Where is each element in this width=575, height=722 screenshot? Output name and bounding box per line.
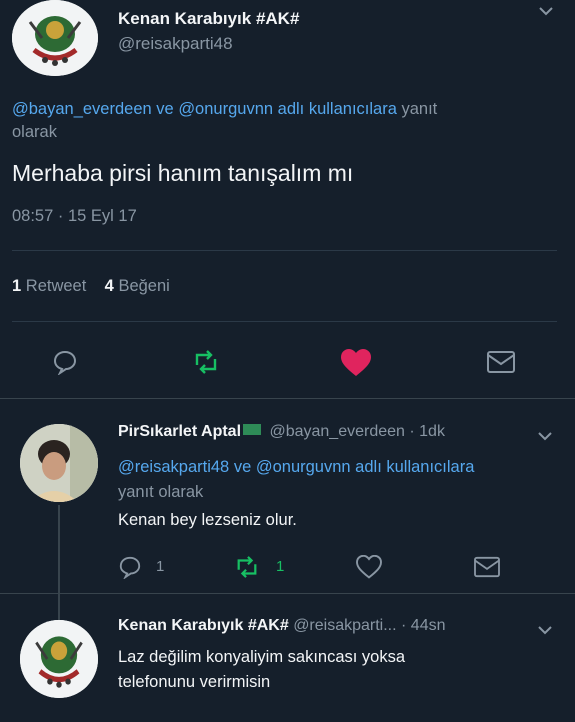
comment-icon[interactable]	[118, 555, 142, 579]
reply1-mention-2[interactable]: @onurguvnn	[256, 458, 351, 476]
divider	[12, 321, 557, 322]
like-count[interactable]: 4	[105, 277, 114, 295]
reply2-author-name[interactable]: Kenan Karabıyık #AK#	[118, 617, 289, 634]
main-author-handle[interactable]: @reisakparti48	[118, 34, 233, 54]
reply1-context: @reisakparti48 ve @onurguvnn adlı kullan…	[118, 455, 568, 505]
heart-icon[interactable]	[340, 348, 372, 378]
main-tweet-text: Merhaba pirsi hanım tanışalım mı	[12, 160, 354, 186]
reply-ve: ve	[156, 100, 174, 118]
chevron-down-icon[interactable]	[538, 5, 554, 17]
reply1-author-name[interactable]: PirSıkarlet Aptal	[118, 423, 241, 440]
reply2-author-handle[interactable]: @reisakparti...	[293, 617, 396, 634]
retweet-count[interactable]: 1	[12, 277, 21, 295]
retweet-icon[interactable]	[191, 349, 221, 375]
chevron-down-icon[interactable]	[537, 624, 553, 636]
retweet-icon[interactable]	[233, 555, 261, 579]
reply1-author-handle[interactable]: @bayan_everdeen	[269, 423, 404, 440]
avatar-main-author[interactable]	[12, 0, 98, 76]
reply2-time[interactable]: · 44sn	[401, 617, 445, 634]
reply1-header: PirSıkarlet Aptal @bayan_everdeen · 1dk	[118, 423, 445, 441]
reply1-tail: adlı kullanıcılara	[355, 458, 475, 476]
reply1-ve: ve	[233, 458, 252, 476]
avatar-reply2-author[interactable]	[20, 620, 98, 698]
chevron-down-icon[interactable]	[537, 430, 553, 442]
ottoman-emblem-icon	[20, 620, 98, 698]
like-label[interactable]: Beğeni	[118, 277, 169, 295]
reply1-reply-count: 1	[156, 558, 165, 575]
reply-mention-2[interactable]: @onurguvnn	[178, 100, 273, 118]
heart-outline-icon[interactable]	[356, 555, 382, 579]
reply-mention-1[interactable]: @bayan_everdeen	[12, 100, 152, 118]
section-divider	[0, 398, 575, 399]
reply1-text: Kenan bey lezseniz olur.	[118, 511, 297, 529]
flag-icon	[243, 424, 262, 435]
retweet-label[interactable]: Retweet	[26, 277, 87, 295]
reply-tail: adlı kullanıcılara	[277, 100, 397, 118]
reply2-text: Laz değilim konyaliyim sakıncası yoksa t…	[118, 645, 405, 695]
section-divider	[0, 593, 575, 594]
divider	[12, 250, 557, 251]
reply-suffix-2: olarak	[12, 123, 57, 141]
reply2-text-line2: telefonunu verirmisin	[118, 673, 271, 691]
main-author-name[interactable]: Kenan Karabıyık #AK#	[118, 9, 299, 29]
avatar-reply1-author[interactable]	[20, 424, 98, 502]
envelope-icon[interactable]	[473, 555, 501, 579]
envelope-icon[interactable]	[486, 349, 516, 375]
reply2-text-line1: Laz değilim konyaliyim sakıncası yoksa	[118, 648, 406, 666]
comment-icon[interactable]	[52, 349, 78, 375]
reply-context: @bayan_everdeen ve @onurguvnn adlı kulla…	[12, 98, 552, 144]
profile-photo-icon	[20, 424, 98, 502]
reply2-header: Kenan Karabıyık #AK# @reisakparti... · 4…	[118, 617, 446, 635]
thread-line	[58, 505, 60, 620]
tweet-stats: 1 Retweet 4 Beğeni	[12, 277, 170, 296]
reply1-suffix: yanıt olarak	[118, 483, 204, 501]
reply1-retweet-count: 1	[276, 558, 285, 575]
reply-suffix: yanıt	[401, 100, 438, 118]
main-tweet-timestamp[interactable]: 08:57 · 15 Eyl 17	[12, 207, 137, 226]
ottoman-emblem-icon	[12, 0, 98, 76]
reply1-mention-1[interactable]: @reisakparti48	[118, 458, 229, 476]
reply1-time[interactable]: · 1dk	[409, 423, 445, 440]
